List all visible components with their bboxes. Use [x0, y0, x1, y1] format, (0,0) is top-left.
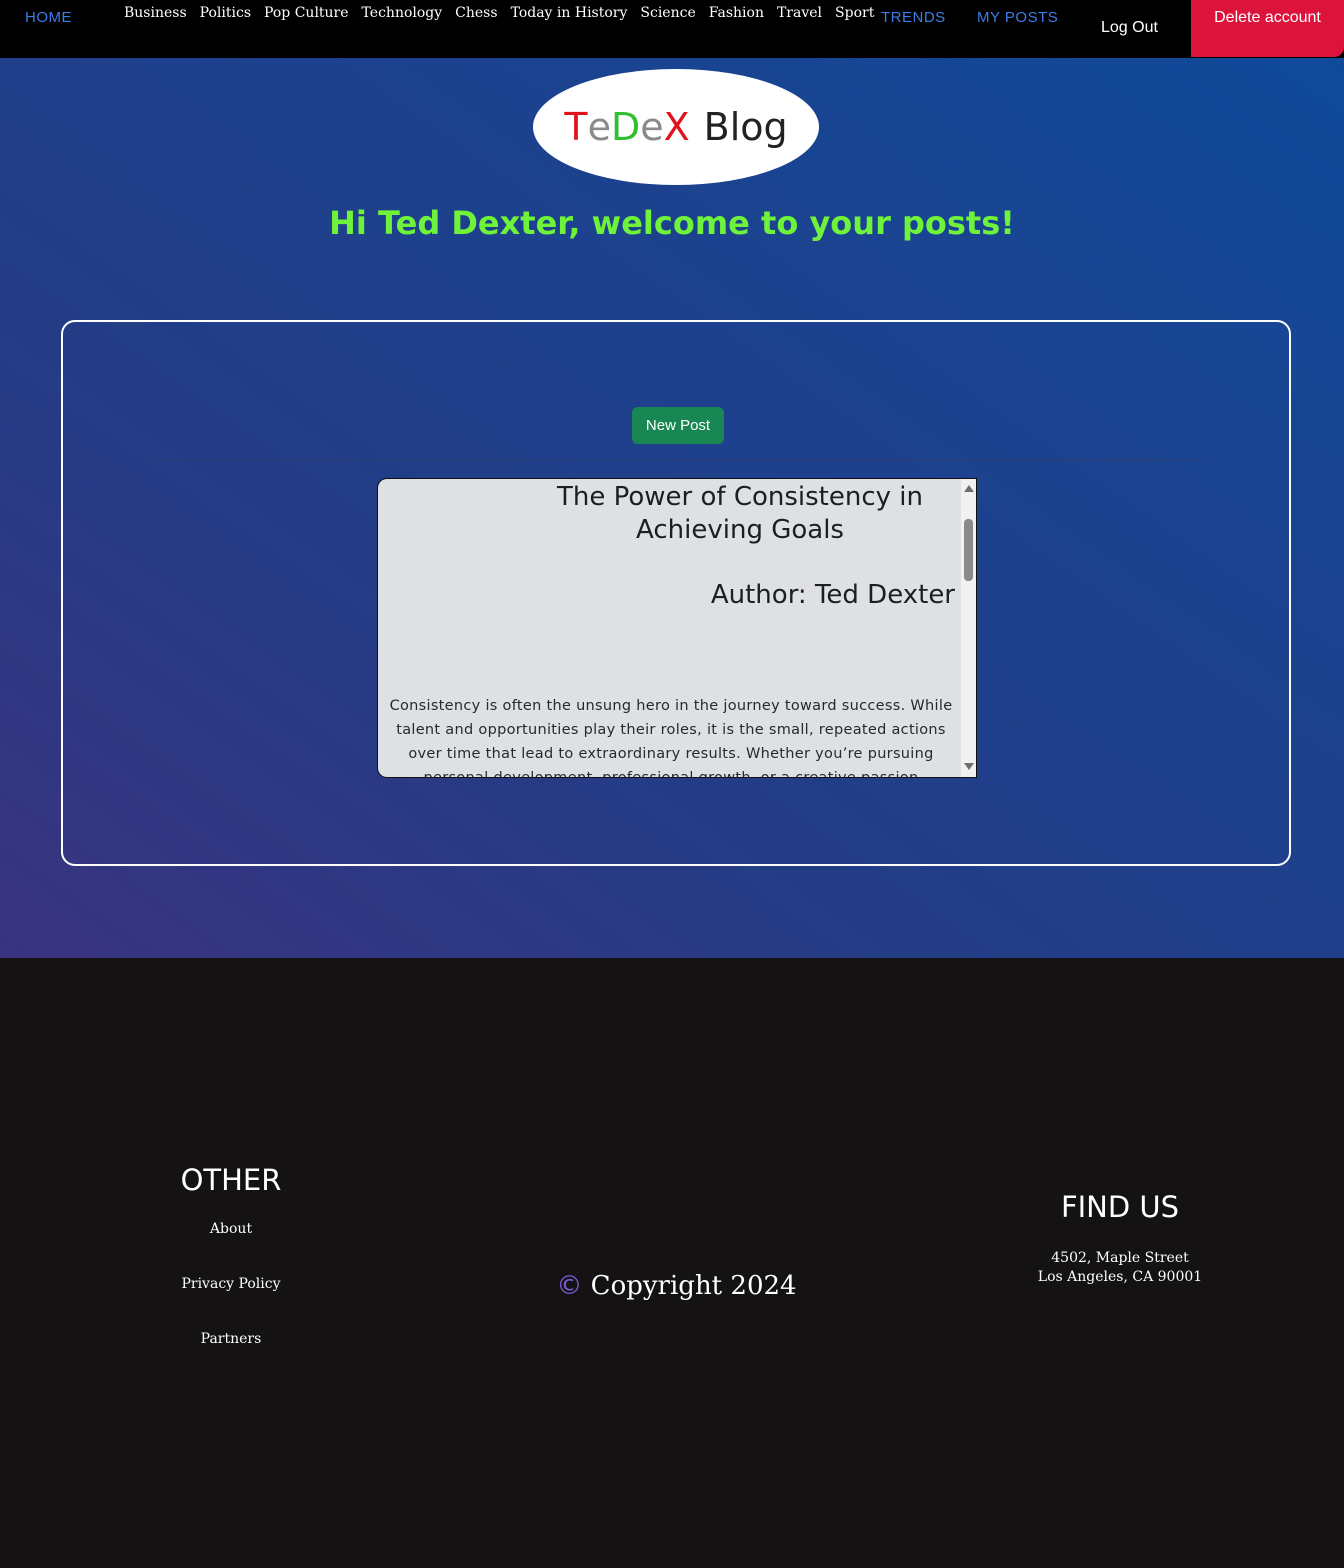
site-logo[interactable]: Te De X Blog	[533, 69, 819, 185]
nav-trends-link[interactable]: TRENDS	[881, 9, 946, 26]
category-nav: Business Politics Pop Culture Technology…	[124, 5, 887, 21]
logo-letter: X	[663, 105, 690, 149]
footer-address: 4502, Maple Street Los Angeles, CA 90001	[990, 1249, 1250, 1287]
footer: OTHER About Privacy Policy Partners © Co…	[0, 958, 1344, 1568]
welcome-heading: Hi Ted Dexter, welcome to your posts!	[329, 204, 1015, 242]
logout-link[interactable]: Log Out	[1101, 19, 1158, 37]
nav-category-today-in-history[interactable]: Today in History	[511, 5, 635, 21]
post-title: The Power of Consistency in Achieving Go…	[557, 482, 923, 545]
nav-category-technology[interactable]: Technology	[362, 5, 450, 21]
post-author: Author: Ted Dexter	[710, 580, 955, 610]
nav-home-link[interactable]: HOME	[25, 9, 72, 26]
address-line-2: Los Angeles, CA 90001	[1037, 1269, 1203, 1285]
logo-letter: D	[610, 105, 641, 149]
logo-suffix: Blog	[703, 105, 788, 149]
nav-category-business[interactable]: Business	[124, 5, 194, 21]
post-card[interactable]: The Power of Consistency in Achieving Go…	[377, 478, 977, 778]
scrollbar-thumb[interactable]	[964, 519, 973, 581]
logo-letter: e	[587, 105, 611, 149]
logo-letter: T	[564, 105, 588, 149]
nav-my-posts-link[interactable]: MY POSTS	[977, 9, 1058, 26]
copyright-icon: ©	[556, 1271, 583, 1301]
logo-letter: e	[640, 105, 664, 149]
main-content: Te De X Blog Hi Ted Dexter, welcome to your…	[0, 58, 1344, 958]
copyright-text: Copyright 2024	[590, 1271, 797, 1301]
nav-category-fashion[interactable]: Fashion	[709, 5, 771, 21]
footer-other-title: OTHER	[180, 1163, 282, 1197]
top-navbar: HOME Business Politics Pop Culture Techn…	[0, 0, 1344, 59]
nav-category-science[interactable]: Science	[640, 5, 702, 21]
footer-link-about[interactable]: About	[131, 1221, 331, 1237]
nav-category-pop-culture[interactable]: Pop Culture	[264, 5, 356, 21]
nav-category-politics[interactable]: Politics	[200, 5, 258, 21]
posts-panel: New Post The Power of Consistency in Ach…	[61, 320, 1291, 866]
new-post-button[interactable]: New Post	[632, 407, 724, 444]
scroll-down-arrow-icon[interactable]	[964, 763, 974, 770]
post-scroll-area[interactable]: The Power of Consistency in Achieving Go…	[378, 479, 960, 777]
panel-divider	[150, 460, 1202, 461]
nav-category-sport[interactable]: Sport	[835, 5, 881, 21]
footer-link-partners[interactable]: Partners	[131, 1331, 331, 1347]
delete-account-button[interactable]: Delete account	[1191, 0, 1344, 57]
nav-category-travel[interactable]: Travel	[777, 5, 829, 21]
footer-find-us-title: FIND US	[1060, 1190, 1180, 1224]
post-body: Consistency is often the unsung hero in …	[389, 698, 953, 777]
address-line-1: 4502, Maple Street	[1051, 1250, 1189, 1266]
scroll-up-arrow-icon[interactable]	[964, 485, 974, 492]
post-scrollbar[interactable]	[961, 479, 976, 777]
nav-category-chess[interactable]: Chess	[455, 5, 504, 21]
